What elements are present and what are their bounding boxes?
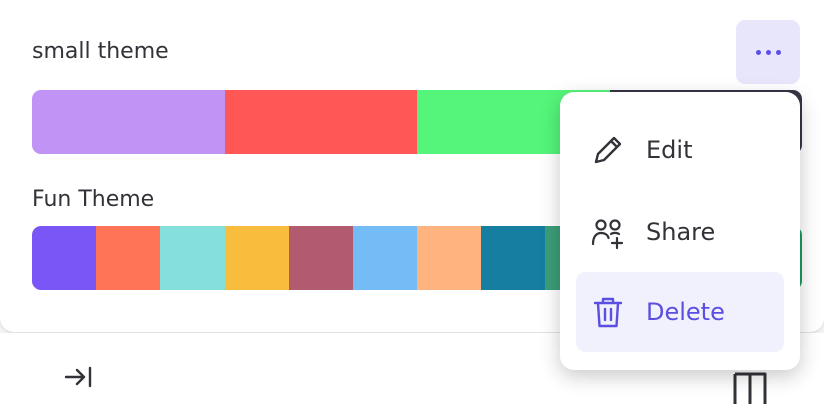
color-swatch: [96, 226, 161, 290]
menu-item-label: Share: [646, 218, 716, 246]
theme-name-fun: Fun Theme: [32, 187, 155, 212]
more-options-button[interactable]: [736, 20, 800, 84]
menu-item-label: Edit: [646, 136, 693, 164]
menu-item-label: Delete: [646, 298, 725, 326]
layout-icon[interactable]: [728, 366, 772, 406]
more-dot: [755, 49, 761, 55]
more-dot: [765, 49, 771, 55]
color-swatch: [224, 90, 417, 154]
theme-name-small: small theme: [32, 39, 169, 64]
menu-item-delete[interactable]: Delete: [576, 272, 784, 352]
menu-item-edit[interactable]: Edit: [576, 110, 784, 190]
color-swatch: [160, 226, 225, 290]
color-swatch: [352, 226, 418, 290]
collapse-right-icon[interactable]: [62, 360, 96, 394]
color-swatch: [417, 226, 482, 290]
share-people-icon: [591, 219, 624, 250]
color-swatch: [32, 90, 225, 154]
color-swatch: [32, 226, 97, 290]
color-swatch: [288, 226, 353, 290]
color-swatch: [224, 226, 289, 290]
pencil-icon: [594, 136, 622, 164]
menu-item-share[interactable]: Share: [576, 192, 784, 272]
more-dot: [775, 49, 781, 55]
trash-icon: [593, 297, 623, 328]
options-menu: Edit Share Delete: [560, 92, 800, 370]
color-swatch: [481, 226, 546, 290]
